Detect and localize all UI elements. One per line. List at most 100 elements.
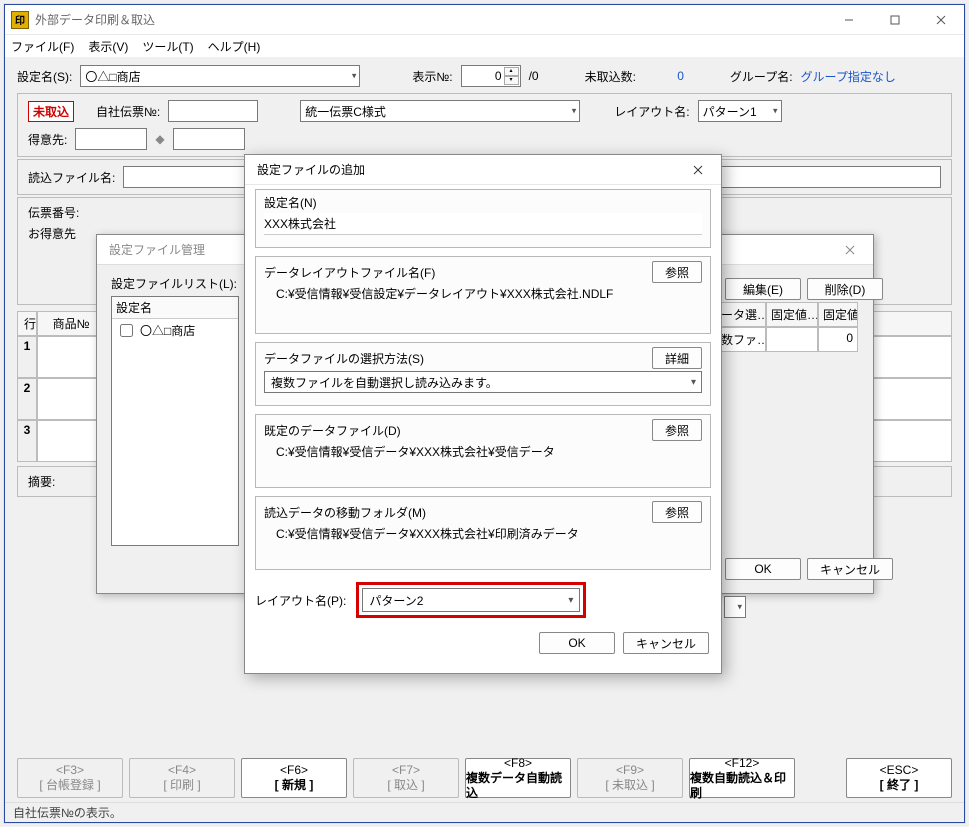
titlebar: 印 外部データ印刷＆取込 xyxy=(5,5,964,35)
layout-combo[interactable]: パターン1 ▾ xyxy=(698,100,782,122)
function-key-bar: <F3>[ 台帳登録 ] <F4>[ 印刷 ] <F6>[ 新規 ] <F7>[… xyxy=(17,758,952,798)
spinner-icon[interactable]: ▴▾ xyxy=(504,67,519,85)
unimported-stamp: 未取込 xyxy=(28,101,74,122)
window-title: 外部データ印刷＆取込 xyxy=(35,11,155,28)
close-button[interactable] xyxy=(918,5,964,35)
datafile-method-select[interactable]: 複数ファイルを自動選択し読み込みます。 ▾ xyxy=(264,371,702,393)
layout-label: レイアウト名: xyxy=(614,103,689,120)
esc-button[interactable]: <ESC>[ 終了 ] xyxy=(846,758,952,798)
readfile-label: 読込ファイル名: xyxy=(28,169,115,186)
layout-name-label: レイアウト名(P): xyxy=(255,592,346,609)
delete-button[interactable]: 削除(D) xyxy=(807,278,883,300)
f8-button[interactable]: <F8>複数データ自動読込 xyxy=(465,758,571,798)
ok-button[interactable]: OK xyxy=(725,558,801,580)
f6-button[interactable]: <F6>[ 新規 ] xyxy=(241,758,347,798)
list-item[interactable]: 〇△□商店 xyxy=(112,319,238,342)
row-number: 1 xyxy=(17,336,37,378)
row-number: 2 xyxy=(17,378,37,420)
menubar: ファイル(F) 表示(V) ツール(T) ヘルプ(H) xyxy=(5,35,964,57)
chevron-down-icon: ▾ xyxy=(691,377,696,388)
detail-button[interactable]: 詳細 xyxy=(652,347,702,369)
browse-button[interactable]: 参照 xyxy=(652,419,702,441)
display-no-total: /0 xyxy=(529,69,539,83)
minimize-button[interactable] xyxy=(826,5,872,35)
setting-name-value: 〇△□商店 xyxy=(85,68,140,85)
close-icon[interactable] xyxy=(827,235,873,265)
customer-code-input[interactable] xyxy=(75,128,147,150)
f3-button[interactable]: <F3>[ 台帳登録 ] xyxy=(17,758,123,798)
setting-name-label: 設定名(N) xyxy=(264,194,702,211)
unimported-value: 0 xyxy=(644,69,684,83)
chevron-down-icon: ▾ xyxy=(568,595,573,606)
move-folder-path: C:¥受信情報¥受信データ¥XXX株式会社¥印刷済みデータ xyxy=(264,523,702,542)
f12-button[interactable]: <F12>複数自動読込＆印刷 xyxy=(689,758,795,798)
add-settings-dialog: 設定ファイルの追加 設定名(N) XXX株式会社 データレイアウトファイル名(F… xyxy=(244,154,722,674)
display-no-input[interactable]: 0 ▴▾ xyxy=(461,65,521,87)
move-folder-label: 読込データの移動フォルダ(M) xyxy=(264,504,426,521)
f7-button[interactable]: <F7>[ 取込 ] xyxy=(353,758,459,798)
diamond-icon: ◆ xyxy=(155,132,164,146)
row-number: 3 xyxy=(17,420,37,462)
default-data-label: 既定のデータファイル(D) xyxy=(264,422,401,439)
datafile-method-value: 複数ファイルを自動選択し読み込みます。 xyxy=(271,374,498,391)
highlight-box: パターン2 ▾ xyxy=(356,582,586,618)
f9-button[interactable]: <F9>[ 未取込 ] xyxy=(577,758,683,798)
f4-button[interactable]: <F4>[ 印刷 ] xyxy=(129,758,235,798)
col-header: 固定値… xyxy=(766,302,818,327)
setting-name-field[interactable]: XXX株式会社 xyxy=(264,213,702,235)
menu-file[interactable]: ファイル(F) xyxy=(11,38,74,55)
format-combo[interactable]: 統一伝票C様式 ▾ xyxy=(300,100,580,122)
customer-sub-input[interactable] xyxy=(173,128,245,150)
edit-button[interactable]: 編集(E) xyxy=(725,278,801,300)
chevron-down-icon: ▾ xyxy=(737,602,742,613)
settings-table-fragment: ータ選… 固定値… 固定値 数ファ… 0 xyxy=(716,302,860,352)
settings-listbox[interactable]: 設定名 〇△□商店 xyxy=(111,296,239,546)
col-header: ータ選… xyxy=(716,302,766,327)
ok-button[interactable]: OK xyxy=(539,632,615,654)
layout-name-combo[interactable]: パターン2 ▾ xyxy=(362,588,580,612)
dialog-title: 設定ファイルの追加 xyxy=(257,161,365,178)
layout-file-label: データレイアウトファイル名(F) xyxy=(264,264,435,281)
cancel-button[interactable]: キャンセル xyxy=(623,632,709,654)
display-no-value: 0 xyxy=(495,69,502,83)
browse-button[interactable]: 参照 xyxy=(652,501,702,523)
col-header: 固定値 xyxy=(818,302,858,327)
list-item-checkbox[interactable] xyxy=(120,324,133,337)
slip-no-label: 伝票番号: xyxy=(28,204,79,221)
dialog-title: 設定ファイル管理 xyxy=(109,241,205,258)
maximize-button[interactable] xyxy=(872,5,918,35)
grid-col-item: 商品№ xyxy=(37,311,105,336)
menu-help[interactable]: ヘルプ(H) xyxy=(208,38,261,55)
chevron-down-icon: ▾ xyxy=(572,106,577,117)
display-no-label: 表示№: xyxy=(412,68,452,85)
own-slip-label: 自社伝票№: xyxy=(96,103,160,120)
summary-label: 摘要: xyxy=(28,473,55,490)
cell: 0 xyxy=(818,327,858,352)
combo-fragment[interactable]: ▾ xyxy=(724,596,746,621)
layout-file-path: C:¥受信情報¥受信設定¥データレイアウト¥XXX株式会社.NDLF xyxy=(264,283,702,302)
group-label: グループ名: xyxy=(730,68,793,85)
status-bar: 自社伝票№の表示。 xyxy=(5,802,964,822)
unimported-label: 未取込数: xyxy=(585,68,636,85)
list-item-label: 〇△□商店 xyxy=(140,322,195,339)
browse-button[interactable]: 参照 xyxy=(652,261,702,283)
cell xyxy=(766,327,818,352)
list-header: 設定名 xyxy=(112,297,238,319)
format-value: 統一伝票C様式 xyxy=(305,103,386,120)
group-link[interactable]: グループ指定なし xyxy=(801,68,896,85)
close-icon[interactable] xyxy=(675,155,721,185)
datafile-method-label: データファイルの選択方法(S) xyxy=(264,350,424,367)
customer2-label: お得意先 xyxy=(28,225,76,242)
app-icon: 印 xyxy=(11,11,29,29)
cancel-button[interactable]: キャンセル xyxy=(807,558,893,580)
layout-name-value: パターン2 xyxy=(369,592,423,609)
setting-name-combo[interactable]: 〇△□商店 ▾ xyxy=(80,65,360,87)
chevron-down-icon: ▾ xyxy=(773,106,778,117)
setting-name-label: 設定名(S): xyxy=(17,68,72,85)
own-slip-input[interactable] xyxy=(168,100,258,122)
chevron-down-icon: ▾ xyxy=(352,71,357,82)
menu-tool[interactable]: ツール(T) xyxy=(142,38,193,55)
layout-value: パターン1 xyxy=(703,103,757,120)
default-data-path: C:¥受信情報¥受信データ¥XXX株式会社¥受信データ xyxy=(264,441,702,460)
menu-view[interactable]: 表示(V) xyxy=(88,38,128,55)
